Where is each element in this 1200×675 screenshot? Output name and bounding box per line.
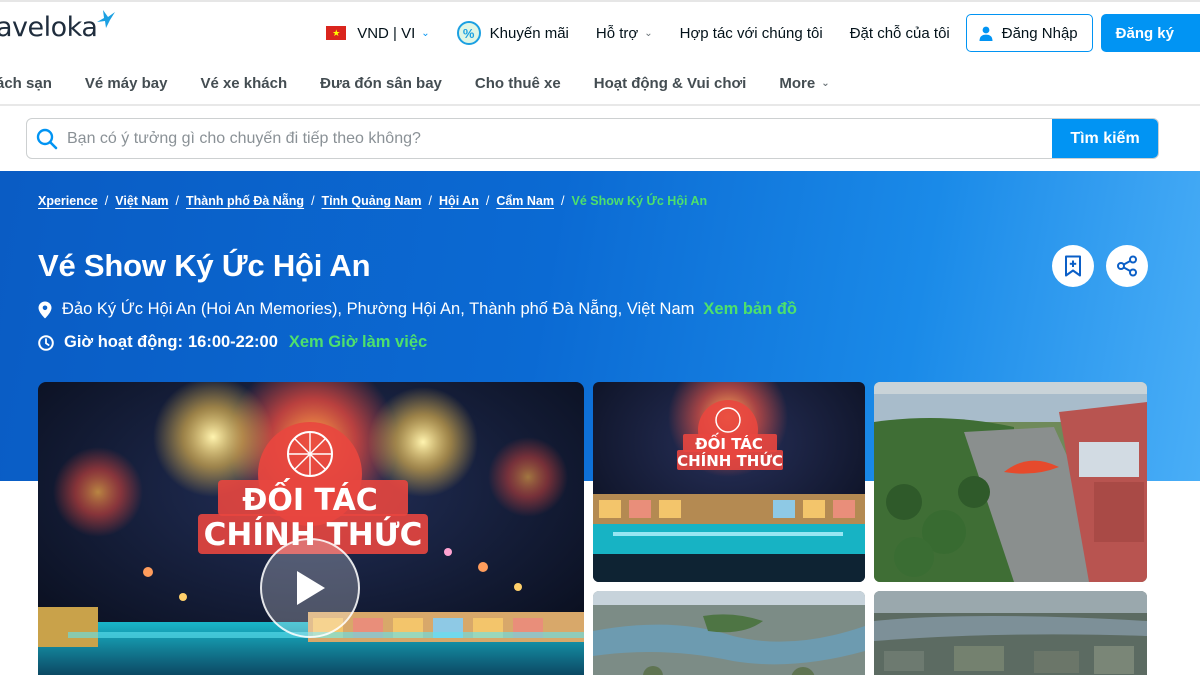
view-map-link[interactable]: Xem bản đồ <box>703 300 797 319</box>
view-hours-link[interactable]: Xem Giờ làm việc <box>289 333 427 352</box>
search-icon <box>27 119 67 158</box>
share-button[interactable] <box>1106 245 1148 287</box>
breadcrumb-item-xperience[interactable]: Xperience <box>38 194 98 208</box>
chevron-down-icon: ⌄ <box>644 27 653 39</box>
gallery-main-video[interactable]: ĐỐI TÁC CHÍNH THỨC <box>38 382 584 675</box>
bookmark-add-icon <box>1065 255 1081 277</box>
vietnam-flag-icon <box>326 26 347 40</box>
breadcrumb-item-da-nang[interactable]: Thành phố Đà Nẵng <box>186 194 304 208</box>
category-activities[interactable]: Hoạt động & Vui chơi <box>594 75 747 92</box>
hours-value: 16:00-22:00 <box>187 333 278 351</box>
header-nav: VND | VI ⌄ % Khuyến mãi Hỗ trợ ⌄ Hợp tác… <box>326 14 1200 52</box>
breadcrumb-item-cam-nam[interactable]: Cẩm Nam <box>496 194 554 208</box>
town-aerial-image <box>874 591 1147 675</box>
top-header: aveloka VND | VI ⌄ % Khuyến mãi Hỗ trợ ⌄… <box>0 0 1200 62</box>
user-icon <box>979 26 993 41</box>
login-button[interactable]: Đăng Nhập <box>965 14 1093 52</box>
support-label: Hỗ trợ <box>595 24 639 42</box>
share-icon <box>1117 255 1137 277</box>
breadcrumb-item-vietnam[interactable]: Việt Nam <box>115 194 168 208</box>
chevron-down-icon: ⌄ <box>421 27 430 39</box>
bird-logo-icon <box>97 10 115 28</box>
partner-label: Hợp tác với chúng tôi <box>679 24 823 42</box>
chevron-down-icon: ⌄ <box>821 77 830 89</box>
tile-partner-line1: ĐỐI TÁC <box>695 432 763 453</box>
category-hotels[interactable]: ách sạn <box>0 75 52 92</box>
address-row: Đảo Ký Ức Hội An (Hoi An Memories), Phườ… <box>38 300 797 319</box>
breadcrumb: Xperience / Việt Nam / Thành phố Đà Nẵng… <box>38 194 707 208</box>
currency-language-label: VND | VI <box>357 24 416 42</box>
category-flights[interactable]: Vé máy bay <box>85 75 168 92</box>
breadcrumb-separator: / <box>561 194 565 208</box>
official-partner-line1: ĐỐI TÁC <box>242 477 378 518</box>
gallery-thumbnail-river[interactable] <box>593 591 865 675</box>
bookmark-button[interactable] <box>1052 245 1094 287</box>
login-label: Đăng Nhập <box>1001 24 1078 42</box>
clock-icon <box>38 334 54 351</box>
hours-label: Giờ hoạt động: <box>64 333 183 351</box>
logo-text: aveloka <box>0 12 98 43</box>
category-nav: ách sạn Vé máy bay Vé xe khách Đưa đón s… <box>0 62 1200 106</box>
show-night-image: ĐỐI TÁC CHÍNH THỨC <box>593 382 865 582</box>
page-title: Vé Show Ký Ức Hội An <box>38 248 371 283</box>
promo-link[interactable]: % Khuyến mãi <box>456 21 569 45</box>
gallery-thumbnail-show[interactable]: ĐỐI TÁC CHÍNH THỨC <box>593 382 865 582</box>
search-button[interactable]: Tìm kiếm <box>1052 119 1158 158</box>
breadcrumb-separator: / <box>175 194 179 208</box>
partner-link[interactable]: Hợp tác với chúng tôi <box>680 25 823 42</box>
support-menu[interactable]: Hỗ trợ ⌄ <box>596 25 653 42</box>
breadcrumb-separator: / <box>104 194 109 208</box>
promo-label: Khuyến mãi <box>489 24 569 42</box>
search-bar: Tìm kiếm <box>26 118 1159 159</box>
brand-logo[interactable]: aveloka <box>0 12 98 43</box>
location-pin-icon <box>38 301 52 319</box>
category-airport-transfer[interactable]: Đưa đón sân bay <box>320 75 442 92</box>
currency-language-selector[interactable]: VND | VI ⌄ <box>326 24 430 42</box>
category-car-rental[interactable]: Cho thuê xe <box>475 75 561 92</box>
hours-row: Giờ hoạt động: 16:00-22:00 Xem Giờ làm v… <box>38 333 427 352</box>
breadcrumb-separator: / <box>428 194 433 208</box>
tile-partner-line2: CHÍNH THỨC <box>677 451 783 470</box>
gallery-thumbnail-town[interactable] <box>874 591 1147 675</box>
play-icon <box>297 571 325 605</box>
category-bus-tickets[interactable]: Vé xe khách <box>200 75 287 92</box>
address-text: Đảo Ký Ức Hội An (Hoi An Memories), Phườ… <box>62 300 695 318</box>
search-input[interactable] <box>67 119 1052 158</box>
breadcrumb-item-quang-nam[interactable]: Tỉnh Quảng Nam <box>322 194 422 208</box>
play-video-button[interactable] <box>260 538 360 638</box>
breadcrumb-item-hoi-an[interactable]: Hội An <box>439 194 479 208</box>
river-aerial-image <box>593 591 865 675</box>
more-label: More <box>779 74 816 92</box>
signup-button[interactable]: Đăng ký <box>1100 14 1200 52</box>
breadcrumb-separator: / <box>311 194 315 208</box>
breadcrumb-current: Vé Show Ký Ức Hội An <box>571 194 708 208</box>
gallery-thumbnail-aerial[interactable] <box>874 382 1147 582</box>
my-bookings-label: Đặt chỗ của tôi <box>849 24 950 42</box>
discount-icon: % <box>456 21 481 45</box>
category-more[interactable]: More ⌄ <box>779 75 829 92</box>
breadcrumb-separator: / <box>485 194 490 208</box>
aerial-island-image <box>874 382 1147 582</box>
my-bookings-link[interactable]: Đặt chỗ của tôi <box>850 25 950 42</box>
